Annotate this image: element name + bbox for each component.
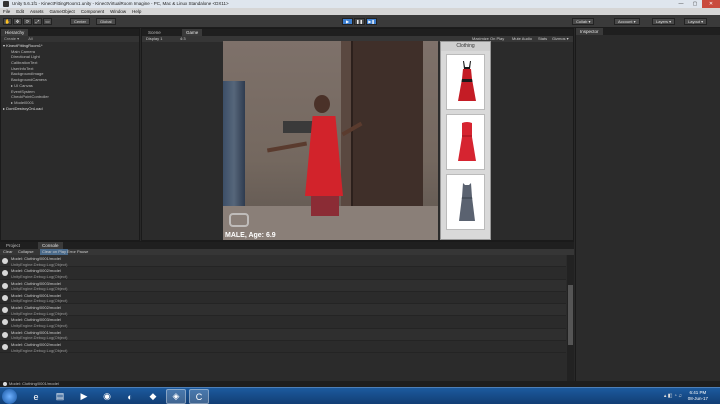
account-dropdown[interactable]: Account ▾ xyxy=(614,18,640,25)
tab-hierarchy[interactable]: Hierarchy xyxy=(1,29,29,36)
main-toolbar: ✋ ✥ ⟳ ⤢ ▭ Center Global ▶ ❚❚ ▶❚ Collab ▾… xyxy=(0,15,720,28)
pause-button[interactable]: ❚❚ xyxy=(354,18,365,25)
taskbar-clock[interactable]: 6:41 PM 08-Jun-17 xyxy=(688,390,708,402)
menu-bar: File Edit Assets GameObject Component Wi… xyxy=(0,8,720,15)
windows-taskbar: e ▤ ▶ ◉ ◐ ◆ ◈ C ▴ ◧ ◔ ♫ 6:41 PM 08-Jun-1… xyxy=(0,387,720,404)
hierarchy-list: ▾ KinectFittingRoom1* Main Camera Direct… xyxy=(3,43,137,111)
menu-edit[interactable]: Edit xyxy=(16,9,24,14)
media-icon[interactable]: ▶ xyxy=(74,389,94,404)
menu-help[interactable]: Help xyxy=(132,9,141,14)
unity-logo-icon xyxy=(3,1,9,7)
user-info-text: MALE, Age: 6.9 xyxy=(225,232,276,239)
close-button[interactable]: ✕ xyxy=(702,0,720,8)
clothing-item-2[interactable] xyxy=(446,114,485,170)
clothing-title: Clothing xyxy=(441,42,490,51)
aspect-dropdown[interactable]: 4:3 xyxy=(180,36,186,42)
stats-toggle[interactable]: Stats xyxy=(538,36,547,42)
tab-console[interactable]: Console xyxy=(38,242,63,249)
maximize-button[interactable]: ▢ xyxy=(688,0,702,8)
scale-tool-icon[interactable]: ⤢ xyxy=(33,18,42,25)
info-icon xyxy=(2,319,8,326)
explorer-icon[interactable]: ▤ xyxy=(50,389,70,404)
info-icon xyxy=(2,331,8,338)
log-entry[interactable]: Model: Clothing/0002/model UnityEngine.De… xyxy=(0,304,566,317)
console-panel: Project Console Clear Collapse Clear on … xyxy=(0,241,574,385)
scroll-thumb[interactable] xyxy=(568,285,573,345)
space-toggle[interactable]: Global xyxy=(96,18,116,25)
dress-icon xyxy=(459,183,475,221)
info-icon xyxy=(2,344,8,351)
pivot-toggle[interactable]: Center xyxy=(70,18,91,25)
collab-dropdown[interactable]: Collab ▾ xyxy=(572,18,595,25)
kinect-camera-view: MALE, Age: 6.9 xyxy=(223,41,438,240)
log-entry[interactable]: Model: Clothing/0001/model UnityEngine.De… xyxy=(0,292,566,305)
menu-gameobject[interactable]: GameObject xyxy=(50,9,75,14)
clothing-item-1[interactable] xyxy=(446,54,485,110)
kinect-logo-icon xyxy=(229,213,249,227)
log-entry[interactable]: Model: Clothing/0003/model UnityEngine.De… xyxy=(0,316,566,329)
inspector-panel: Inspector xyxy=(575,28,720,385)
move-tool-icon[interactable]: ✥ xyxy=(13,18,22,25)
info-icon xyxy=(3,381,7,386)
mute-audio-toggle[interactable]: Mute Audio xyxy=(512,36,532,42)
menu-file[interactable]: File xyxy=(3,9,10,14)
clothing-item-3[interactable] xyxy=(446,174,485,230)
log-entry[interactable]: Model: Clothing/0001/model UnityEngine.De… xyxy=(0,328,566,342)
log-entry[interactable]: Model: Clothing/0002/model UnityEngine.De… xyxy=(0,341,566,354)
camtasia-icon[interactable]: C xyxy=(189,389,209,404)
window-title: Unity 5.6.1f1 - KinectFittingRoom1.unity… xyxy=(12,1,229,6)
start-button[interactable] xyxy=(2,389,17,404)
firefox-icon[interactable]: ◐ xyxy=(120,389,140,404)
log-entry[interactable]: Model: Clothing/0003/model UnityEngine.De… xyxy=(0,279,566,292)
tab-game[interactable]: Game xyxy=(182,29,203,36)
ie-icon[interactable]: e xyxy=(26,389,46,404)
console-log-list: Model: Clothing/0001/model UnityEngine.De… xyxy=(0,255,566,354)
rotate-tool-icon[interactable]: ⟳ xyxy=(23,18,32,25)
info-icon xyxy=(2,270,8,277)
minimize-button[interactable]: — xyxy=(674,0,688,8)
hand-tool-icon[interactable]: ✋ xyxy=(3,18,12,25)
hierarchy-toolbar: Create ▾ All xyxy=(1,36,139,42)
tab-inspector[interactable]: Inspector xyxy=(576,28,603,35)
play-button[interactable]: ▶ xyxy=(342,18,353,25)
window-titlebar: Unity 5.6.1f1 - KinectFittingRoom1.unity… xyxy=(0,0,720,8)
layers-dropdown[interactable]: Layers ▾ xyxy=(652,18,676,25)
info-icon xyxy=(2,258,8,264)
clothing-panel: Clothing xyxy=(440,41,491,240)
status-message[interactable]: Model: Clothing/0001/model xyxy=(9,381,59,386)
system-tray[interactable]: ▴ ◧ ◔ ♫ xyxy=(664,393,682,399)
hierarchy-item[interactable]: ▸ DontDestroyOnLoad xyxy=(3,106,137,112)
tab-project[interactable]: Project xyxy=(2,242,24,249)
log-entry[interactable]: Model: Clothing/0002/model UnityEngine.De… xyxy=(0,267,566,280)
app-icon[interactable]: ◆ xyxy=(143,389,163,404)
unity-icon[interactable]: ◈ xyxy=(166,389,186,404)
menu-assets[interactable]: Assets xyxy=(30,9,44,14)
tab-scene[interactable]: Scene xyxy=(144,29,165,36)
rect-tool-icon[interactable]: ▭ xyxy=(43,18,52,25)
clock-date: 08-Jun-17 xyxy=(687,396,708,401)
create-button[interactable]: Create ▾ xyxy=(4,36,19,41)
dress-icon xyxy=(458,122,476,161)
step-button[interactable]: ▶❚ xyxy=(366,18,377,25)
menu-window[interactable]: Window xyxy=(110,9,126,14)
layout-dropdown[interactable]: Layout ▾ xyxy=(684,18,708,25)
chrome-icon[interactable]: ◉ xyxy=(97,389,117,404)
menu-component[interactable]: Component xyxy=(81,9,104,14)
info-icon xyxy=(2,282,8,289)
info-icon xyxy=(2,307,8,314)
log-entry[interactable]: Model: Clothing/0001/model UnityEngine.De… xyxy=(0,255,566,268)
dress-icon xyxy=(458,61,476,101)
console-scrollbar[interactable] xyxy=(567,255,574,385)
hierarchy-panel: Hierarchy Create ▾ All ▾ KinectFittingRo… xyxy=(0,28,140,241)
hierarchy-search[interactable]: All xyxy=(28,36,32,41)
window-controls: — ▢ ✕ xyxy=(674,0,720,8)
info-icon xyxy=(2,294,8,301)
display-dropdown[interactable]: Display 1 xyxy=(146,36,162,42)
gizmos-dropdown[interactable]: Gizmos ▾ xyxy=(552,36,569,42)
